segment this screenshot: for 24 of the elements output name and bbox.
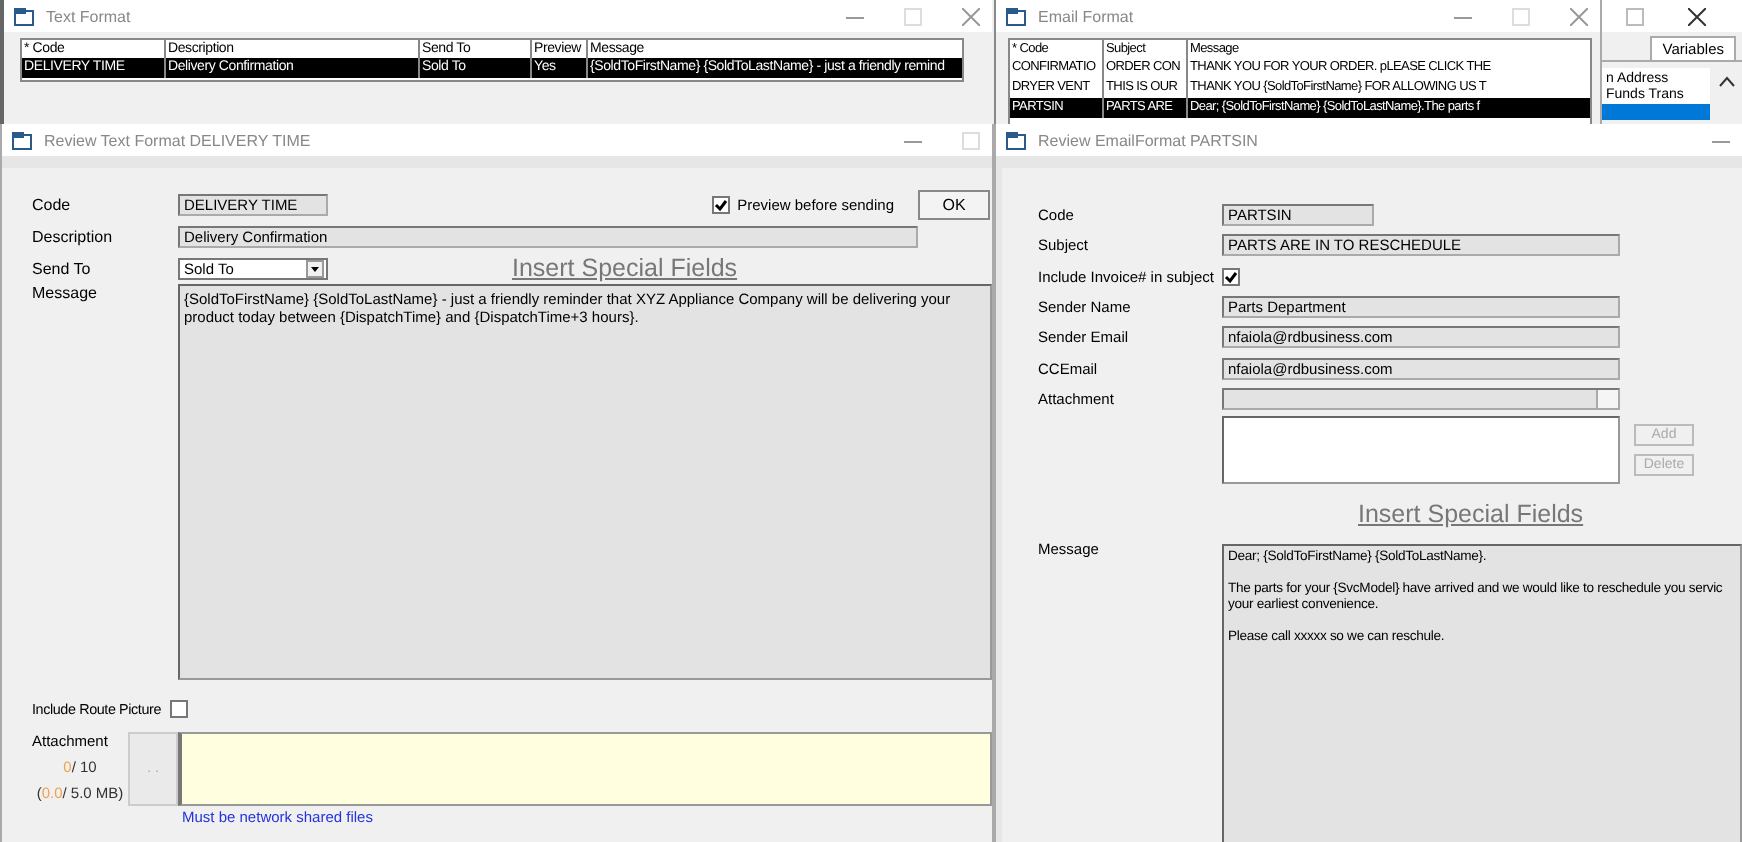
window-title: Email Format — [1038, 7, 1134, 25]
window-icon — [1006, 7, 1026, 25]
field-label: Description — [32, 227, 115, 245]
window-icon — [12, 131, 32, 149]
invoice-checkbox[interactable] — [1222, 267, 1240, 286]
maximize-icon[interactable] — [1626, 7, 1644, 25]
insert-special-fields-link[interactable]: Insert Special Fields — [1358, 500, 1584, 529]
field-label: Code — [32, 195, 73, 213]
attachment-field[interactable] — [178, 732, 992, 806]
insert-special-fields-link[interactable]: Insert Special Fields — [512, 254, 738, 282]
field-label: Send To — [32, 259, 93, 277]
window-title: Review Text Format DELIVERY TIME — [44, 131, 311, 149]
route-picture-checkbox[interactable] — [169, 699, 188, 717]
window-icon — [14, 7, 34, 25]
scroll-up-icon[interactable] — [1718, 76, 1736, 88]
window-title: Text Format — [46, 7, 131, 25]
ok-button[interactable]: OK — [918, 189, 990, 219]
close-icon[interactable] — [1688, 7, 1706, 25]
attachment-field[interactable] — [1222, 387, 1620, 410]
window-title: Review EmailFormat PARTSIN — [1038, 131, 1258, 149]
window-icon — [1006, 131, 1026, 149]
preview-checkbox[interactable] — [711, 195, 730, 213]
attachment-list[interactable] — [1222, 416, 1620, 485]
field-label: Message — [32, 284, 99, 302]
